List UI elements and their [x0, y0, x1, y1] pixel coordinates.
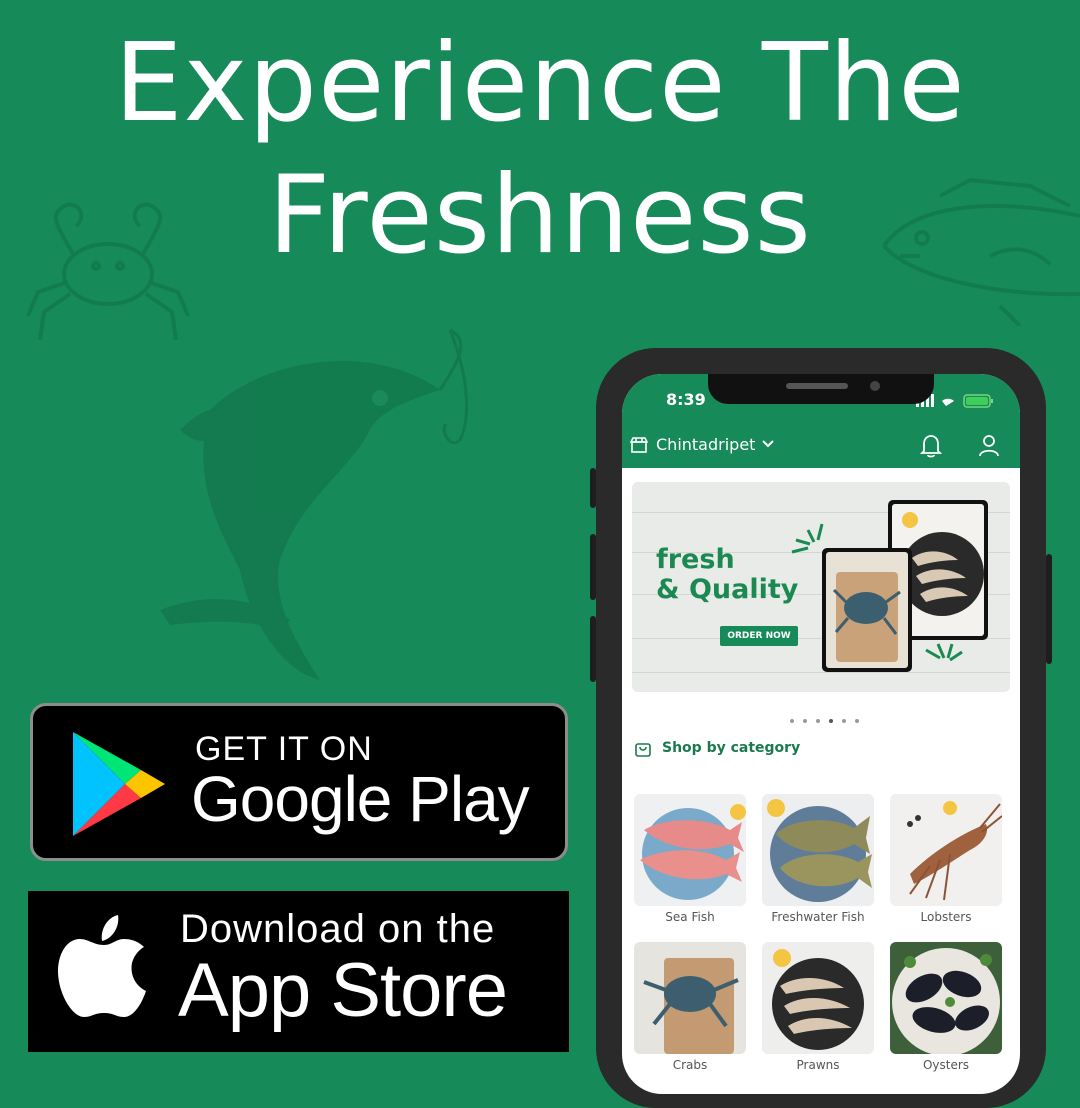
category-label: Freshwater Fish — [771, 910, 865, 924]
oysters-image — [890, 942, 1002, 1054]
carousel-dot-active[interactable] — [829, 719, 834, 723]
google-play-badge[interactable]: GET IT ON Google Play — [30, 703, 568, 861]
shopping-bag-icon — [635, 743, 651, 757]
category-card[interactable]: Prawns — [762, 942, 874, 1072]
banner-plank-line — [632, 672, 1010, 673]
app-header: 8:39 Chintadripet — [622, 374, 1020, 468]
crab-board-image — [826, 552, 908, 668]
apple-icon — [58, 915, 146, 1017]
headline-line-1: Experience The — [114, 21, 966, 146]
carousel-dot[interactable] — [790, 719, 794, 723]
category-label: Oysters — [922, 1058, 970, 1072]
sea-fish-illustration — [640, 804, 746, 900]
fish-sketch-illustration — [882, 177, 1080, 326]
store-icon — [630, 437, 648, 453]
lobsters-image — [890, 794, 1002, 906]
bell-icon[interactable] — [920, 434, 942, 458]
location-selector[interactable]: Chintadripet — [656, 435, 755, 454]
banner-tablet-crab — [822, 548, 912, 672]
freshwater-fish-image — [762, 794, 874, 906]
category-card[interactable]: Sea Fish — [634, 794, 746, 924]
category-card[interactable]: Oysters — [890, 942, 1002, 1072]
phone-volume-up — [590, 534, 596, 600]
phone-notch — [708, 374, 934, 404]
prawns-image — [762, 942, 874, 1054]
phone-mockup: 8:39 Chintadripet fresh & Quality ORDER … — [590, 348, 1052, 1108]
category-card[interactable]: Freshwater Fish — [762, 794, 874, 924]
lobster-illustration — [907, 801, 1002, 901]
user-icon[interactable] — [978, 434, 1000, 458]
google-play-big-label: Google Play — [191, 763, 530, 835]
banner-title-line-2: & Quality — [656, 574, 799, 605]
carousel-dot[interactable] — [803, 719, 808, 723]
crabs-illustration — [643, 958, 739, 1054]
crabs-image — [634, 942, 746, 1054]
category-card[interactable]: Crabs — [634, 942, 746, 1072]
phone-screen: 8:39 Chintadripet fresh & Quality ORDER … — [622, 374, 1020, 1094]
phone-volume-down — [590, 616, 596, 682]
app-store-small-label: Download on the — [180, 907, 496, 951]
promo-banner[interactable]: fresh & Quality ORDER NOW — [632, 482, 1010, 692]
freshwater-fish-illustration — [767, 799, 872, 902]
category-label: Crabs — [672, 1058, 708, 1072]
crab-board-illustration — [832, 572, 901, 662]
app-store-badge[interactable]: Download on the App Store — [28, 891, 569, 1052]
section-title: Shop by category — [662, 740, 801, 756]
carousel-dot[interactable] — [842, 719, 847, 723]
jumping-fish-illustration — [160, 328, 468, 680]
category-label: Lobsters — [920, 910, 972, 924]
front-camera — [870, 381, 880, 391]
burst-icon — [925, 643, 963, 662]
category-label: Prawns — [796, 1058, 840, 1072]
category-label: Sea Fish — [665, 910, 715, 924]
app-store-big-label: App Store — [178, 948, 508, 1033]
phone-power-button — [1046, 554, 1052, 664]
banner-title-line-1: fresh — [656, 544, 735, 575]
carousel-dot[interactable] — [816, 719, 821, 723]
carousel-dot[interactable] — [855, 719, 860, 723]
category-card[interactable]: Lobsters — [890, 794, 1002, 924]
phone-side-button — [590, 468, 596, 508]
order-now-button[interactable]: ORDER NOW — [720, 626, 798, 646]
prawns-illustration — [772, 949, 864, 1050]
status-time: 8:39 — [666, 390, 706, 409]
speaker-grill — [786, 383, 848, 389]
chevron-down-icon[interactable] — [762, 440, 774, 448]
sea-fish-image — [634, 794, 746, 906]
google-play-icon — [73, 732, 165, 836]
oysters-illustration — [892, 948, 1000, 1054]
carousel-dots — [788, 708, 861, 727]
